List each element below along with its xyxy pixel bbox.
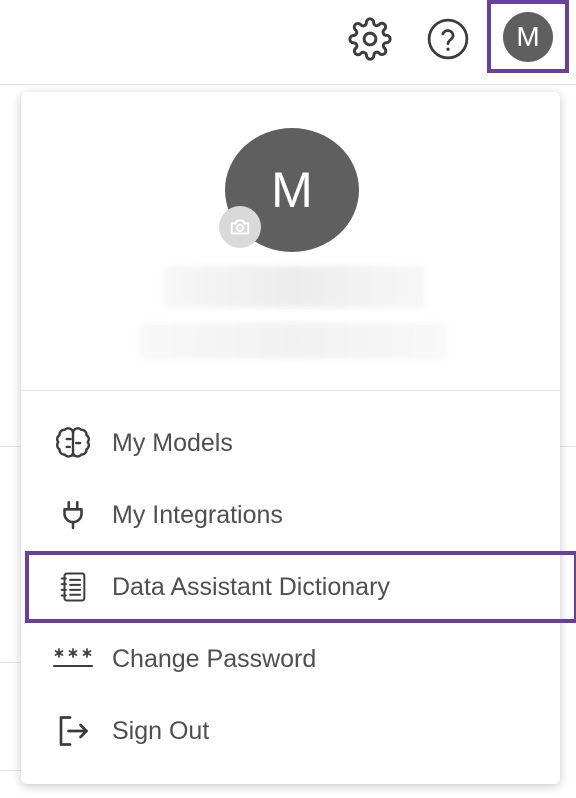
menu-item-label: Change Password [112,644,317,673]
menu-item-change-password[interactable]: Change Password [21,623,560,695]
menu-item-my-integrations[interactable]: My Integrations [21,479,560,551]
menu-item-sign-out[interactable]: Sign Out [21,695,560,767]
background-divider [0,662,21,663]
settings-button[interactable] [348,17,392,61]
question-icon [427,18,469,60]
change-photo-button[interactable] [219,206,261,248]
user-name-redacted [164,266,425,308]
help-button[interactable] [426,17,470,61]
dictionary-icon [49,567,97,607]
user-email-redacted [139,323,446,359]
menu-item-label: My Models [112,428,233,457]
camera-icon [230,219,250,235]
password-icon [49,639,97,679]
menu-item-my-models[interactable]: My Models [21,407,560,479]
plug-icon [49,495,97,535]
brain-icon [49,423,97,463]
background-divider [0,446,21,447]
background-divider [560,446,576,447]
user-menu-button[interactable]: M [487,0,569,73]
profile-section: M [21,92,560,391]
avatar: M [503,11,553,62]
top-bar: M [0,0,576,85]
user-menu-list: My Models My Integrations Data Assistant… [21,407,576,767]
background-divider [0,770,21,771]
gear-icon [348,17,392,61]
menu-item-label: Sign Out [112,716,210,745]
user-dropdown-menu: M My Models My Integrations Data Assista… [21,92,576,784]
menu-item-data-assistant-dictionary[interactable]: Data Assistant Dictionary [25,551,576,623]
menu-item-label: Data Assistant Dictionary [112,572,390,601]
menu-item-label: My Integrations [112,500,283,529]
sign-out-icon [49,711,97,751]
